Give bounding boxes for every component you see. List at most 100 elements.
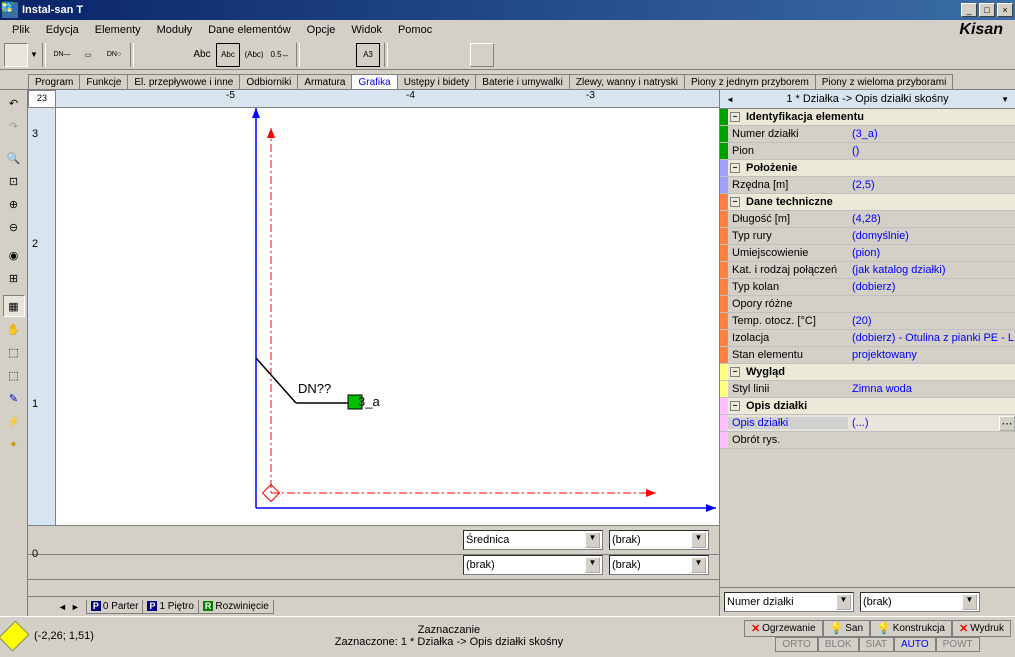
text-oval-icon[interactable]: (Abc) — [242, 43, 266, 67]
menu-dane[interactable]: Dane elementów — [200, 22, 299, 38]
tab-piony-z-wieloma-przyborami[interactable]: Piony z wieloma przyborami — [815, 74, 954, 89]
scrollbar-h[interactable] — [28, 579, 719, 596]
undo-icon[interactable]: ↶ — [3, 92, 25, 114]
dn-circle-icon[interactable]: DN○ — [102, 43, 126, 67]
prop-section-header[interactable]: −Położenie — [720, 160, 1015, 177]
polyline-icon[interactable] — [138, 43, 162, 67]
dd-srednica[interactable]: Średnica▼ — [463, 530, 603, 550]
page-icon[interactable]: A3 — [356, 43, 380, 67]
prop-row[interactable]: Typ rury(domyślnie) — [720, 228, 1015, 245]
prop-row[interactable]: Długość [m](4,28) — [720, 211, 1015, 228]
tab-baterie-i-umywalki[interactable]: Baterie i umywalki — [475, 74, 570, 89]
layer-tab-ogrzewanie[interactable]: ✕Ogrzewanie — [744, 620, 823, 637]
grid-icon[interactable]: ▦ — [3, 295, 25, 317]
menu-opcje[interactable]: Opcje — [299, 22, 344, 38]
tab-piony-z-jednym-przyborem[interactable]: Piony z jednym przyborem — [684, 74, 816, 89]
prop-value[interactable]: (dobierz) - Otulina z pianki PE - L — [848, 332, 1015, 344]
pan-icon[interactable]: ✋ — [3, 318, 25, 340]
floor-tab[interactable]: RRozwinięcie — [198, 600, 274, 614]
prop-value[interactable]: (20) — [848, 315, 1015, 327]
tab-program[interactable]: Program — [28, 74, 80, 89]
prop-section-header[interactable]: −Opis działki — [720, 398, 1015, 415]
prop-row[interactable]: Opis działki(...)⋯ — [720, 415, 1015, 432]
layer-tab-wydruk[interactable]: ✕Wydruk — [952, 620, 1011, 637]
menu-moduly[interactable]: Moduły — [149, 22, 200, 38]
mode-tab-auto[interactable]: AUTO — [894, 637, 936, 652]
btab-next[interactable]: ► — [71, 602, 80, 612]
zoom-area-icon[interactable]: ⊡ — [3, 170, 25, 192]
prop-value[interactable]: Zimna woda — [848, 383, 1015, 395]
image-icon[interactable] — [304, 43, 328, 67]
props-prev-icon[interactable]: ◄ — [726, 95, 734, 104]
mode-tab-blok[interactable]: BLOK — [818, 637, 859, 652]
tab-armatura[interactable]: Armatura — [297, 74, 352, 89]
floor-tab[interactable]: P1 Piętro — [142, 600, 198, 614]
prop-row[interactable]: Temp. otocz. [°C](20) — [720, 313, 1015, 330]
menu-widok[interactable]: Widok — [343, 22, 390, 38]
tab-zlewy-wanny-i-natryski[interactable]: Zlewy, wanny i natryski — [569, 74, 685, 89]
prop-row[interactable]: Izolacja(dobierz) - Otulina z pianki PE … — [720, 330, 1015, 347]
prop-value[interactable]: (domyślnie) — [848, 230, 1015, 242]
btab-prev[interactable]: ◄ — [58, 602, 67, 612]
wand-icon[interactable]: ⚡ — [3, 410, 25, 432]
dd-brak-r[interactable]: (brak)▼ — [860, 592, 980, 612]
table-icon[interactable] — [330, 43, 354, 67]
cross-icon[interactable] — [470, 43, 494, 67]
prop-row[interactable]: Umiejscowienie(pion) — [720, 245, 1015, 262]
pencil-icon[interactable]: ✎ — [3, 387, 25, 409]
chevron-down-icon[interactable]: ▼ — [962, 594, 977, 610]
maximize-button[interactable]: □ — [979, 3, 995, 17]
menu-edycja[interactable]: Edycja — [38, 22, 87, 38]
chevron-down-icon[interactable]: ▼ — [691, 557, 706, 573]
zoom-in-icon[interactable]: 🔍 — [3, 147, 25, 169]
prop-value[interactable]: (4,28) — [848, 213, 1015, 225]
vdim-icon[interactable] — [444, 43, 468, 67]
dd-numer[interactable]: Numer działki▼ — [724, 592, 854, 612]
mode-tab-siat[interactable]: SIAT — [859, 637, 894, 652]
select-dash-icon[interactable]: ⬚ — [3, 364, 25, 386]
spark-icon[interactable]: ✦ — [3, 433, 25, 455]
arrow-tool-icon[interactable] — [4, 43, 28, 67]
prop-value[interactable]: () — [848, 145, 1015, 157]
tab-el-przep-ywowe-i-inne[interactable]: El. przepływowe i inne — [127, 74, 240, 89]
prop-value[interactable]: (2,5) — [848, 179, 1015, 191]
redo-icon[interactable]: ↷ — [3, 115, 25, 137]
dn-rect-icon[interactable]: ▭ — [76, 43, 100, 67]
collapse-icon[interactable]: − — [730, 112, 740, 122]
floor-tab[interactable]: P0 Parter — [86, 600, 144, 614]
prop-row[interactable]: Typ kolan(dobierz) — [720, 279, 1015, 296]
prop-section-header[interactable]: −Dane techniczne — [720, 194, 1015, 211]
prop-value[interactable]: projektowany — [848, 349, 1015, 361]
text-icon[interactable]: Abc — [190, 43, 214, 67]
prop-value[interactable]: (...) — [848, 417, 999, 429]
zoom-fit-icon[interactable]: ◉ — [3, 244, 25, 266]
collapse-icon[interactable]: − — [730, 367, 740, 377]
collapse-icon[interactable]: − — [730, 163, 740, 173]
mode-tab-orto[interactable]: ORTO — [775, 637, 818, 652]
tab-ust-py-i-bidety[interactable]: Ustępy i bidety — [397, 74, 477, 89]
menu-plik[interactable]: Plik — [4, 22, 38, 38]
prop-row[interactable]: Rzędna [m](2,5) — [720, 177, 1015, 194]
prop-value[interactable]: (jak katalog działki) — [848, 264, 1015, 276]
tab-grafika[interactable]: Grafika — [351, 74, 397, 89]
chevron-down-icon[interactable]: ▼ — [836, 594, 851, 610]
prop-row[interactable]: Stan elementuprojektowany — [720, 347, 1015, 364]
prop-row[interactable]: Obrót rys. — [720, 432, 1015, 449]
tab-odbiorniki[interactable]: Odbiorniki — [239, 74, 298, 89]
chevron-down-icon[interactable]: ▼ — [585, 532, 600, 548]
select-rect-icon[interactable]: ⬚ — [3, 341, 25, 363]
prop-section-header[interactable]: −Wygląd — [720, 364, 1015, 381]
layer-tab-konstrukcja[interactable]: 💡Konstrukcja — [870, 620, 952, 637]
zoom-plus-icon[interactable]: ⊕ — [3, 193, 25, 215]
collapse-icon[interactable]: − — [730, 197, 740, 207]
prop-row[interactable]: Numer działki(3_a) — [720, 126, 1015, 143]
prop-row[interactable]: Opory różne — [720, 296, 1015, 313]
dd-brak2[interactable]: (brak)▼ — [463, 555, 603, 575]
dd-brak3[interactable]: (brak)▼ — [609, 555, 709, 575]
prop-row[interactable]: Kat. i rodzaj połączeń(jak katalog dział… — [720, 262, 1015, 279]
drawing-canvas[interactable]: DN?? 3_a — [56, 108, 719, 525]
prop-section-header[interactable]: −Identyfikacja elementu — [720, 109, 1015, 126]
prop-row[interactable]: Styl liniiZimna woda — [720, 381, 1015, 398]
prop-value[interactable]: (dobierz) — [848, 281, 1015, 293]
prop-value[interactable]: (3_a) — [848, 128, 1015, 140]
